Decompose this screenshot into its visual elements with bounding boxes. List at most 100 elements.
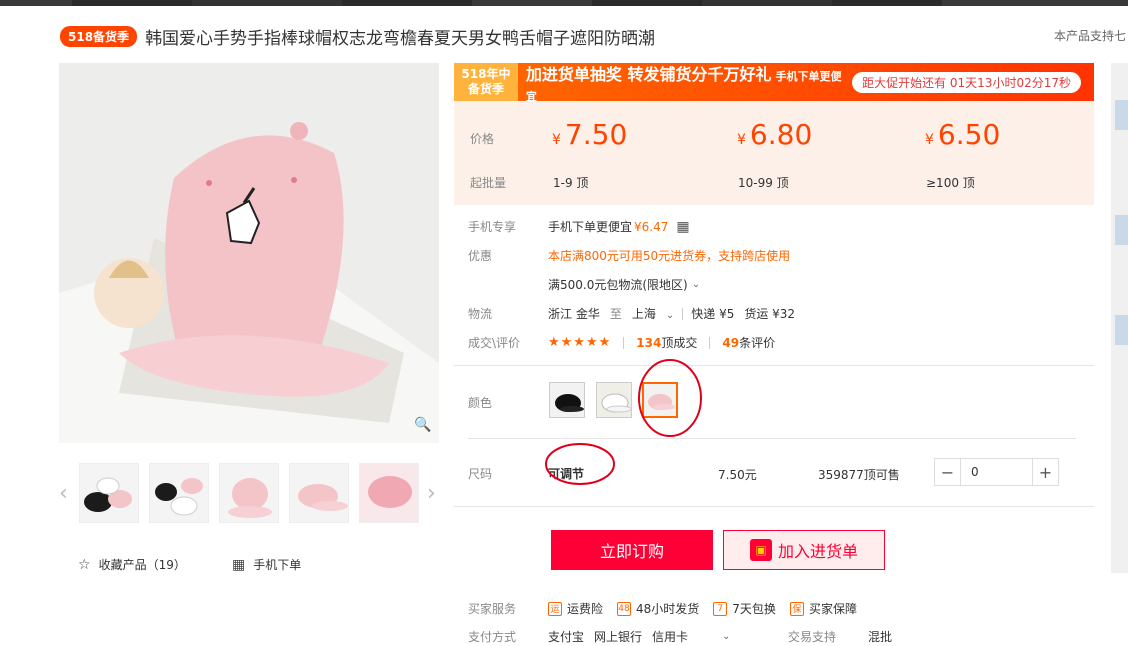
promo-label: 优惠 [468,249,493,263]
thumbnail-1[interactable] [79,463,139,523]
zoom-icon[interactable]: 🔍 [413,417,433,437]
price-value: 6.50 [937,118,1001,151]
mobile-exclusive-row: 手机专享 手机下单更便宜 ¥6.47 ▦ [468,218,690,235]
price-value: 6.80 [749,118,813,151]
price-tier-1: ¥7.50 [552,118,627,151]
main-product-image[interactable]: 🔍 [59,63,439,443]
price-label: 价格 [470,132,495,146]
service-label: 买家保障 [808,602,857,616]
buyer-services-row: 买家服务 运运费险 48 48小时发货 7 7天包换 保买家保障 [468,600,871,617]
deals-count: 134 [636,336,662,350]
reviews-count: 49 [722,336,740,350]
price-box: 价格 起批量 ¥7.50 ¥6.80 ¥6.50 1-9 顶 10-99 顶 ≥… [454,101,1094,205]
add-to-cart-button[interactable]: ▣ 加入进货单 [723,530,885,570]
free-shipping-row[interactable]: 满500.0元包物流(限地区) ⌄ [548,276,700,293]
thumb-next-arrow-icon[interactable]: › [427,481,436,506]
trade-support-label: 交易支持 [788,630,837,644]
chevron-down-icon: ⌄ [691,279,701,290]
exchange-7day-icon: 7 [713,601,728,616]
trade-label: 成交\评价 [468,336,521,350]
divider [709,336,711,349]
qty-tier-3: ≥100 顶 [926,176,975,190]
qty-label: 起批量 [470,176,507,190]
thumbnail-5[interactable] [359,463,419,523]
thumbnail-2[interactable] [149,463,209,523]
thumbnail-4[interactable] [289,463,349,523]
ship-destination-select[interactable]: 上海 ⌄ [632,305,674,322]
service-7day-exchange[interactable]: 7 7天包换 [713,600,776,617]
trade-review-row: 成交\评价 ★★★★★ 134顶成交 49条评价 [468,334,775,351]
logistics-row: 物流 浙江 金华 至 上海 ⌄ 快递 ¥5 货运 ¥32 [468,305,795,322]
thumbnail-strip: ‹ › [59,463,441,525]
price-tier-2: ¥6.80 [737,118,812,151]
mobile-order-button[interactable]: ▦ 手机下单 [232,556,301,573]
increase-button[interactable]: + [1033,459,1058,485]
side-thumbnail[interactable] [1115,100,1128,130]
payment-method: 网上银行 [594,630,643,644]
mobile-order-label: 手机下单 [253,558,302,572]
star-outline-icon: ☆ [78,556,91,573]
size-value: 可调节 [548,467,585,481]
divider [682,307,684,320]
qrcode-icon[interactable]: ▦ [676,219,689,235]
color-swatch-white[interactable] [596,382,632,418]
divider [454,506,1094,507]
reviews-link[interactable]: 49条评价 [722,334,775,351]
chevron-down-icon: ⌄ [665,310,675,321]
decrease-button[interactable]: − [935,459,960,485]
coupon-text[interactable]: 本店满800元可用50元进货券，支持跨店使用 [548,247,790,264]
shipping-48h-icon: 48 [617,601,632,616]
thumb-prev-arrow-icon[interactable]: ‹ [59,481,68,506]
currency-symbol: ¥ [925,132,934,148]
support-text: 本产品支持七 [1054,29,1127,43]
add-to-cart-label: 加入进货单 [777,542,858,561]
promo-banner[interactable]: 518年中 备货季 加进货单抽奖 转发铺货分千万好礼 手机下单更便宜 距大促开始还… [454,63,1094,103]
collect-label: 收藏产品（19） [98,558,186,572]
service-48h-shipping[interactable]: 48 48小时发货 [617,600,699,617]
logistics-label: 物流 [468,307,493,321]
collect-product-button[interactable]: ☆ 收藏产品（19） [78,556,186,573]
chevron-down-icon[interactable]: ⌄ [722,631,730,642]
product-title: 韩国爱心手势手指棒球帽权志龙弯檐春夏天男女鸭舌帽子遮阳防晒潮 [145,28,656,49]
deals-unit: 顶成交 [661,336,698,350]
divider [454,365,1094,366]
service-label: 48小时发货 [636,602,700,616]
quantity-input[interactable]: 0 [960,459,1033,485]
trade-support-value: 混批 [868,630,893,644]
top-nav-strip [0,0,1128,6]
express-fee: 快递 ¥5 [691,307,735,321]
color-swatch-black[interactable] [549,382,585,418]
side-thumbnail[interactable] [1115,215,1128,245]
freight-insurance-icon: 运 [548,601,562,616]
title-row: 518备货季 韩国爱心手势手指棒球帽权志龙弯檐春夏天男女鸭舌帽子遮阳防晒潮 [60,23,655,49]
color-row: 颜色 [468,394,548,411]
promo-countdown: 距大促开始还有 01天13小时02分17秒 [852,71,1081,93]
mobile-price: ¥6.47 [634,219,669,234]
promo-badge-line2: 备货季 [467,82,504,96]
order-now-button[interactable]: 立即订购 [551,530,713,570]
services-label: 买家服务 [468,602,517,616]
currency-symbol: ¥ [552,132,561,148]
divider [468,438,1076,439]
qrcode-icon: ▦ [232,556,246,573]
payment-method: 支付宝 [548,630,585,644]
mobile-text: 手机下单更便宜 [548,220,633,234]
size-row: 尺码 可调节 [468,465,584,482]
protection-icon: 保 [789,601,804,616]
promo-main-text: 加进货单抽奖 转发铺货分千万好礼 [525,64,772,84]
service-buyer-protection[interactable]: 保买家保障 [789,600,857,617]
deals-link[interactable]: 134顶成交 [636,334,697,351]
cart-icon: ▣ [749,539,772,561]
ship-from: 浙江 金华 [548,307,600,321]
free-shipping-text: 满500.0元包物流(限地区) [548,278,688,292]
event-badge: 518备货季 [60,25,138,47]
quantity-stepper: − 0 + [934,458,1059,486]
ship-to-word: 至 [609,307,622,321]
color-swatch-pink[interactable] [642,382,678,418]
service-freight-insurance[interactable]: 运运费险 [548,600,603,617]
thumbnail-3[interactable] [219,463,279,523]
side-thumbnail[interactable] [1115,315,1128,345]
payment-label: 支付方式 [468,630,517,644]
size-price: 7.50元 [718,468,757,482]
size-label: 尺码 [468,467,493,481]
